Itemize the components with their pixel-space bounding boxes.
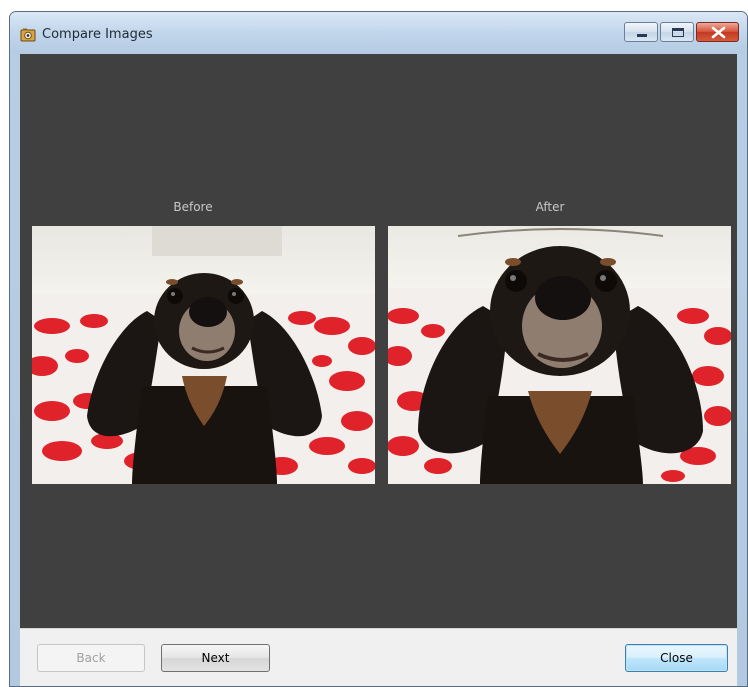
close-button[interactable]: Close xyxy=(625,644,728,672)
caption-buttons xyxy=(624,22,739,44)
app-photo-icon xyxy=(20,27,36,42)
before-label: Before xyxy=(173,200,213,214)
maximize-button[interactable] xyxy=(660,22,694,42)
title-bar[interactable]: Compare Images xyxy=(10,12,747,54)
window-close-button[interactable] xyxy=(696,22,739,42)
maximize-icon xyxy=(672,28,684,37)
next-button[interactable]: Next xyxy=(161,644,270,672)
minimize-button[interactable] xyxy=(624,22,658,42)
back-button[interactable]: Back xyxy=(37,644,145,672)
minimize-icon xyxy=(637,34,647,37)
window-title: Compare Images xyxy=(42,27,153,42)
dialog-footer: Back Next Close xyxy=(20,628,737,686)
compare-images-window: Compare Images Before After Back Next Cl… xyxy=(9,11,748,687)
comparison-area: Before After xyxy=(20,54,737,628)
after-label: After xyxy=(535,200,565,214)
close-icon xyxy=(711,26,726,39)
before-image xyxy=(32,226,375,484)
after-image xyxy=(388,226,731,484)
